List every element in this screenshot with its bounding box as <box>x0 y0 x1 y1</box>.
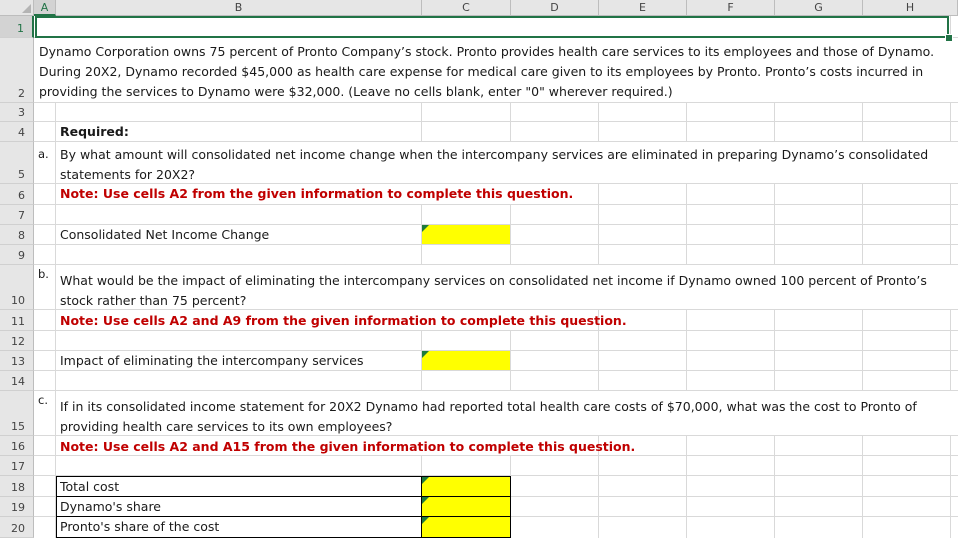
part-c-question: If in its consolidated income statement … <box>60 399 917 434</box>
total-cost-label: Total cost <box>60 479 120 494</box>
select-all-triangle-icon <box>22 4 31 13</box>
column-header-e[interactable]: E <box>599 0 687 16</box>
total-cost-input[interactable] <box>422 477 510 496</box>
row-header-15[interactable]: 15 <box>0 391 34 436</box>
select-all-corner[interactable] <box>0 0 34 16</box>
row-header-10[interactable]: 10 <box>0 265 34 310</box>
spreadsheet[interactable]: A B C D E F G H 1 2 3 4 5 6 7 8 9 10 11 … <box>0 0 958 538</box>
part-c-letter: c. <box>38 393 48 407</box>
row-header-5[interactable]: 5 <box>0 142 34 184</box>
consolidated-net-income-change-input[interactable] <box>422 225 510 244</box>
dynamo-share-input[interactable] <box>422 497 510 516</box>
row-header-14[interactable]: 14 <box>0 371 34 391</box>
row-header-3[interactable]: 3 <box>0 103 34 122</box>
row-header-19[interactable]: 19 <box>0 497 34 517</box>
part-a-question: By what amount will consolidated net inc… <box>60 147 929 182</box>
row-header-20[interactable]: 20 <box>0 517 34 538</box>
column-header-a[interactable]: A <box>34 0 56 16</box>
column-header-g[interactable]: G <box>775 0 863 16</box>
part-b-letter: b. <box>38 267 49 281</box>
part-b-note: Note: Use cells A2 and A9 from the given… <box>60 313 627 328</box>
row-header-7[interactable]: 7 <box>0 205 34 225</box>
column-header-c[interactable]: C <box>422 0 511 16</box>
part-c-note: Note: Use cells A2 and A15 from the give… <box>60 439 636 454</box>
pronto-share-input[interactable] <box>422 517 510 537</box>
dynamo-share-label: Dynamo's share <box>60 499 162 514</box>
row-header-9[interactable]: 9 <box>0 245 34 265</box>
part-b-question: What would be the impact of eliminating … <box>60 273 927 308</box>
intro-paragraph: Dynamo Corporation owns 75 percent of Pr… <box>39 44 935 99</box>
row-header-2[interactable]: 2 <box>0 38 34 103</box>
row-header-13[interactable]: 13 <box>0 351 34 371</box>
row-header-11[interactable]: 11 <box>0 310 34 331</box>
row-header-1[interactable]: 1 <box>0 16 34 38</box>
fill-handle[interactable] <box>945 34 953 42</box>
row-header-18[interactable]: 18 <box>0 476 34 497</box>
part-b-label: Impact of eliminating the intercompany s… <box>60 353 364 368</box>
impact-of-eliminating-input[interactable] <box>422 351 510 370</box>
required-heading: Required: <box>60 124 129 139</box>
column-header-h[interactable]: H <box>863 0 958 16</box>
column-header-b[interactable]: B <box>56 0 422 16</box>
row-header-4[interactable]: 4 <box>0 122 34 142</box>
row-header-12[interactable]: 12 <box>0 331 34 351</box>
active-cell-a1[interactable] <box>35 16 949 38</box>
part-a-letter: a. <box>38 147 49 161</box>
row-header-16[interactable]: 16 <box>0 436 34 456</box>
part-a-note: Note: Use cells A2 from the given inform… <box>60 186 574 201</box>
part-a-label: Consolidated Net Income Change <box>60 227 270 242</box>
row-header-8[interactable]: 8 <box>0 225 34 245</box>
row-header-6[interactable]: 6 <box>0 184 34 205</box>
column-header-d[interactable]: D <box>511 0 599 16</box>
pronto-share-label: Pronto's share of the cost <box>60 519 220 534</box>
row-header-17[interactable]: 17 <box>0 456 34 476</box>
column-header-f[interactable]: F <box>687 0 775 16</box>
